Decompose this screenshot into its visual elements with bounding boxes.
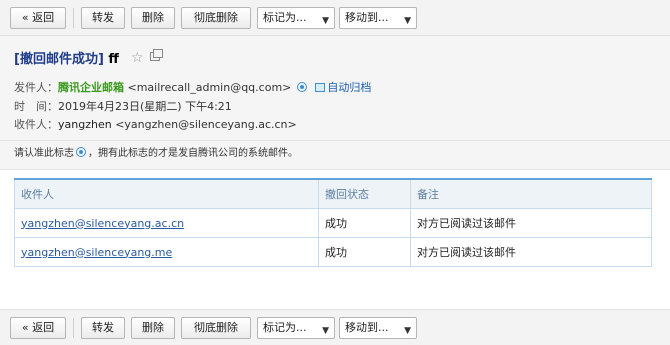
mark-as-dropdown[interactable]: 标记为... ▼ <box>257 317 335 339</box>
time-value: 2019年4月23日(星期二) 下午4:21 <box>58 100 232 113</box>
note-cell: 对方已阅读过该邮件 <box>410 208 652 238</box>
time-line: 时 间：2019年4月23日(星期二) 下午4:21 <box>14 98 232 114</box>
status-cell: 成功 <box>318 208 411 238</box>
notice-text-rest: ，拥有此标志的才是发自腾讯公司的系统邮件。 <box>88 148 298 159</box>
recipient-email: <yangzhen@silenceyang.ac.cn> <box>115 118 297 131</box>
recipient-name[interactable]: yangzhen <box>58 118 112 131</box>
chevron-down-icon: ▼ <box>322 326 329 336</box>
sender-email: <mailrecall_admin@qq.com> <box>127 81 292 94</box>
delete-button[interactable]: 删除 <box>131 7 175 29</box>
popout-icon[interactable] <box>150 49 163 61</box>
star-icon[interactable]: ☆ <box>131 50 144 66</box>
column-header-recipient: 收件人 <box>14 178 319 209</box>
sender-label: 发件人： <box>14 81 58 94</box>
table-row: yangzhen@silenceyang.ac.cn 成功 对方已阅读过该邮件 <box>14 208 652 238</box>
top-toolbar: « 返回 转发 删除 彻底删除 标记为... ▼ 移动到... ▼ <box>0 0 670 36</box>
sender-line: 发件人：腾讯企业邮箱 <mailrecall_admin@qq.com> 自动归… <box>14 79 371 95</box>
verified-badge-icon <box>296 82 307 92</box>
recipient-email-link[interactable]: yangzhen@silenceyang.ac.cn <box>21 217 184 230</box>
archive-icon <box>315 83 326 92</box>
mark-as-dropdown[interactable]: 标记为... ▼ <box>257 7 335 29</box>
column-header-status: 撤回状态 <box>318 178 411 209</box>
status-cell: 成功 <box>318 237 411 267</box>
back-button[interactable]: « 返回 <box>10 317 66 339</box>
recipient-line: 收件人：yangzhen <yangzhen@silenceyang.ac.cn… <box>14 116 297 132</box>
time-label: 时 间： <box>14 100 58 113</box>
move-to-label: 移动到... <box>345 11 389 24</box>
recipient-email-link[interactable]: yangzhen@silenceyang.me <box>21 246 172 259</box>
forward-button[interactable]: 转发 <box>81 7 125 29</box>
subject-prefix: [撤回邮件成功] <box>14 52 104 67</box>
purge-button[interactable]: 彻底删除 <box>181 317 251 339</box>
back-button[interactable]: « 返回 <box>10 7 66 29</box>
chevron-down-icon: ▼ <box>404 16 411 26</box>
table-header-row: 收件人 撤回状态 备注 <box>14 178 652 209</box>
subject-text: ff <box>108 52 119 67</box>
mark-as-label: 标记为... <box>263 321 307 334</box>
forward-button[interactable]: 转发 <box>81 317 125 339</box>
recipient-cell: yangzhen@silenceyang.ac.cn <box>14 208 319 238</box>
purge-button[interactable]: 彻底删除 <box>181 7 251 29</box>
bottom-toolbar: « 返回 转发 删除 彻底删除 标记为... ▼ 移动到... ▼ <box>0 309 670 345</box>
mark-as-label: 标记为... <box>263 11 307 24</box>
verified-badge-icon <box>76 147 86 157</box>
note-cell: 对方已阅读过该邮件 <box>410 237 652 267</box>
move-to-label: 移动到... <box>345 321 389 334</box>
chevron-down-icon: ▼ <box>404 326 411 336</box>
sender-name[interactable]: 腾讯企业邮箱 <box>58 81 124 94</box>
recipient-cell: yangzhen@silenceyang.me <box>14 237 319 267</box>
recall-result-table: 收件人 撤回状态 备注 yangzhen@silenceyang.ac.cn 成… <box>14 178 652 267</box>
chevron-down-icon: ▼ <box>322 16 329 26</box>
recipient-label: 收件人： <box>14 118 58 131</box>
delete-button[interactable]: 删除 <box>131 317 175 339</box>
move-to-dropdown[interactable]: 移动到... ▼ <box>339 317 417 339</box>
mail-subject: [撤回邮件成功] ff <box>14 48 119 67</box>
notice-text: 请认准此标志 <box>14 148 74 159</box>
system-mail-notice: 请认准此标志 ，拥有此标志的才是发自腾讯公司的系统邮件。 <box>0 140 670 166</box>
move-to-dropdown[interactable]: 移动到... ▼ <box>339 7 417 29</box>
auto-archive-link[interactable]: 自动归档 <box>327 81 371 94</box>
toolbar-separator <box>73 318 74 338</box>
table-row: yangzhen@silenceyang.me 成功 对方已阅读过该邮件 <box>14 237 652 267</box>
column-header-note: 备注 <box>410 178 652 209</box>
toolbar-separator <box>73 8 74 28</box>
